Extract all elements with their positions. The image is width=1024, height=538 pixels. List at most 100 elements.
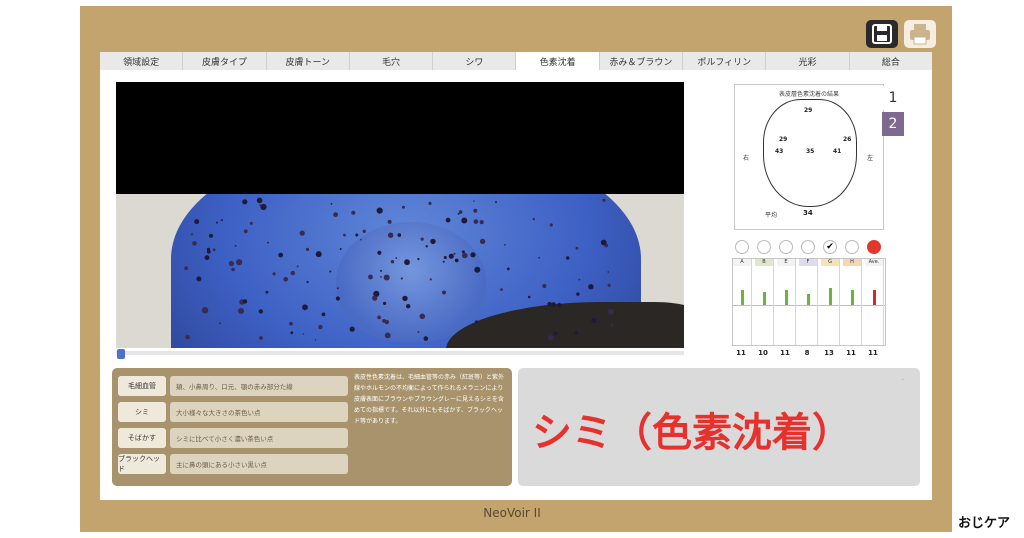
chart-value-label: 11 (780, 349, 790, 357)
pigment-spot (351, 210, 356, 215)
tab-redness-brown[interactable]: 赤み＆ブラウン (599, 52, 684, 70)
face-map-card: 表皮層色素沈着の結果 29 29 26 43 35 41 右 左 平均 34 (734, 84, 884, 230)
chart-bar (763, 292, 766, 305)
chart-value-label: 11 (846, 349, 856, 357)
chart-bar (785, 290, 788, 305)
pigment-spot (591, 317, 597, 324)
pigment-spot (184, 266, 188, 271)
pigment-spot (377, 250, 382, 255)
pigment-spot (538, 256, 541, 259)
tab-skin-type[interactable]: 皮膚タイプ (183, 52, 267, 70)
pigment-spot (383, 301, 387, 305)
tab-pigmentation[interactable]: 色素沈着 (516, 52, 600, 70)
pigment-spot (283, 276, 288, 282)
option-radio-2[interactable] (757, 240, 771, 254)
pigment-spot (442, 290, 446, 295)
check-icon: ✔ (826, 242, 834, 252)
pigment-spot (382, 319, 386, 323)
pigment-spot (315, 251, 322, 258)
option-radio-3[interactable] (779, 240, 793, 254)
pigment-spot (390, 260, 395, 264)
tab-skin-tone[interactable]: 皮膚トーン (266, 52, 350, 70)
save-button[interactable] (866, 20, 898, 48)
face-scan-image[interactable] (116, 82, 684, 348)
pigment-spot (448, 253, 454, 259)
score-bar-chart: A B E F G H Ave. (732, 258, 886, 346)
pigment-spot (383, 274, 390, 281)
pigment-spot (380, 276, 382, 278)
pigment-spot (377, 315, 381, 320)
chart-bar (807, 294, 810, 305)
pigment-spot (380, 269, 382, 272)
pigment-spot (238, 308, 244, 314)
pigment-spot (461, 217, 468, 224)
pigment-spot (607, 283, 611, 287)
pigment-spot (557, 302, 562, 308)
pigment-spot (542, 283, 547, 289)
pigment-spot (290, 270, 295, 276)
result-label: シミ（色素沈着） (532, 410, 852, 456)
option-radio-checked[interactable]: ✔ (823, 240, 837, 254)
pigment-spot (360, 238, 362, 241)
pigment-spot (401, 205, 405, 209)
pigment-spot (397, 233, 402, 237)
chart-value-label: 11 (868, 349, 878, 357)
pigment-spot (400, 277, 403, 280)
pigment-spot (194, 219, 200, 225)
pigment-spot (602, 198, 606, 202)
glossary-term: 毛細血管 (118, 376, 166, 396)
pigment-spot (339, 248, 342, 250)
pigment-spot (212, 248, 216, 252)
option-radio-6[interactable] (845, 240, 859, 254)
pigment-spot (259, 336, 263, 340)
tab-region-setting[interactable]: 領域設定 (100, 52, 184, 70)
pigment-spot (576, 292, 580, 296)
pigment-spot (216, 221, 218, 224)
pigment-spot (588, 284, 594, 290)
pigment-spot (234, 244, 237, 247)
map-right-label: 右 (743, 155, 750, 162)
tab-wrinkles[interactable]: シワ (433, 52, 517, 70)
tab-overall[interactable]: 総合 (849, 52, 932, 70)
option-radio-red[interactable] (867, 240, 881, 254)
page-button-1[interactable]: 1 (882, 86, 904, 110)
pigment-spot (504, 243, 506, 246)
pigment-spot (302, 304, 308, 311)
tab-iris[interactable]: 光彩 (766, 52, 850, 70)
pigment-spot (384, 332, 391, 339)
image-scroll-thumb[interactable] (117, 349, 125, 359)
pigment-spot (318, 324, 323, 330)
tab-porphyrin[interactable]: ポルフィリン (683, 52, 767, 70)
option-radio-1[interactable] (735, 240, 749, 254)
map-value-left-eye: 26 (843, 136, 852, 143)
glossary-definition: 大小様々な大きさの茶色い点 (170, 402, 348, 422)
save-icon (872, 24, 892, 44)
pigment-spot (190, 233, 193, 236)
pigment-spot (551, 302, 556, 307)
face-map-title: 表皮層色素沈着の結果 (778, 91, 839, 98)
tab-pores[interactable]: 毛穴 (349, 52, 434, 70)
pigment-spot (236, 259, 243, 266)
tab-bar: 領域設定 皮膚タイプ 皮膚トーン 毛穴 シワ 色素沈着 赤み＆ブラウン ポルフィ… (100, 52, 932, 70)
pigment-spot (547, 301, 552, 307)
pigment-spot (430, 238, 436, 245)
chart-category-label: Ave. (865, 259, 883, 266)
chart-bar (851, 290, 854, 305)
watermark: おじケア (958, 516, 1011, 531)
pigment-spot (549, 223, 553, 227)
pigment-spot (453, 252, 456, 255)
pigment-spot (474, 266, 481, 273)
pigment-spot (479, 238, 486, 245)
pigment-spot (406, 304, 411, 309)
average-label: 平均 (765, 212, 778, 219)
option-radio-4[interactable] (801, 240, 815, 254)
pigment-spot (290, 331, 294, 335)
pigment-spot (387, 219, 392, 224)
print-button[interactable] (904, 20, 936, 48)
image-scrollbar[interactable] (116, 351, 684, 355)
pigment-spot (532, 217, 535, 221)
chart-category-label: F (799, 259, 817, 266)
chart-category-label: E (777, 259, 795, 266)
page-button-2[interactable]: 2 (882, 112, 904, 136)
chart-category-label: G (821, 259, 839, 266)
